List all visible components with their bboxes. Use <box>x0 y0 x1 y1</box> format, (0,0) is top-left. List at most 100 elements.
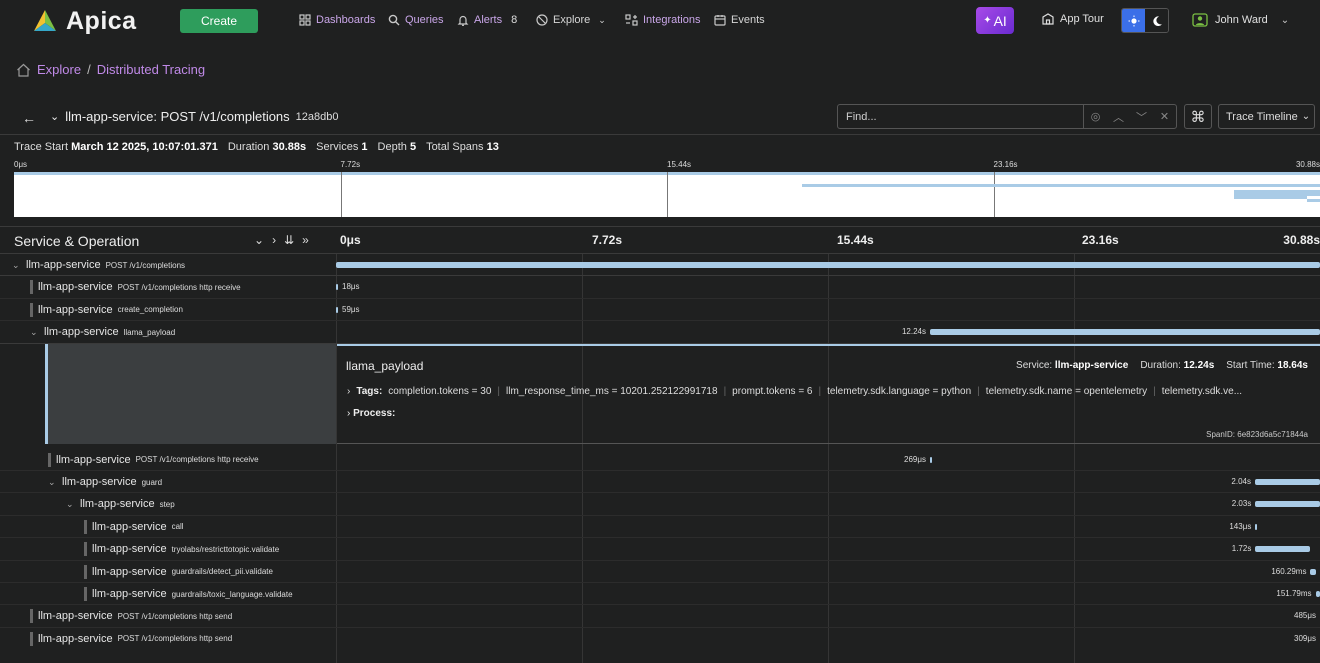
span-label[interactable]: llm-app-service create_completion <box>30 299 183 321</box>
span-label[interactable]: ⌄ llm-app-service POST /v1/completions <box>12 254 185 276</box>
chevron-down-icon[interactable]: ﹀ <box>1130 109 1153 125</box>
chevron-down-icon[interactable]: ⌄ <box>66 499 75 510</box>
span-row[interactable]: llm-app-service guardrails/detect_pii.val… <box>0 561 1320 583</box>
locate-icon[interactable]: ◎ <box>1084 110 1107 123</box>
trace-meta: Trace Start March 12 2025, 10:07:01.371 … <box>14 141 499 153</box>
alerts-count: 8 <box>511 14 518 26</box>
tag-item: telemetry.sdk.ve... <box>1161 385 1243 397</box>
span-row[interactable]: llm-app-service tryolabs/restricttotopic.… <box>0 538 1320 561</box>
span-service-name: llm-app-service <box>38 281 113 294</box>
span-label[interactable]: ⌄ llm-app-service guard <box>48 471 162 493</box>
span-row[interactable]: llm-app-service create_completion 59μs <box>0 299 1320 322</box>
chevron-down-icon: ⌄ <box>1301 111 1311 122</box>
tag-separator: | <box>723 385 727 397</box>
close-icon[interactable]: ✕ <box>1153 110 1176 123</box>
span-tags[interactable]: › Tags: completion.tokens = 30 | llm_respons… <box>347 386 1317 397</box>
explore-icon <box>536 14 548 26</box>
apica-logo-icon <box>34 9 56 31</box>
trace-minimap[interactable]: 0μs 7.72s 15.44s 23.16s 30.88s <box>14 158 1320 217</box>
search-icon <box>388 14 400 26</box>
breadcrumb-distributed-tracing[interactable]: Distributed Tracing <box>97 62 205 77</box>
find-input[interactable] <box>838 105 1084 128</box>
span-bar[interactable] <box>1255 523 1258 530</box>
expand-all-icon[interactable]: ⇊ <box>284 233 294 247</box>
trace-title-text: llm-app-service: POST /v1/completions <box>65 109 290 124</box>
span-bar[interactable] <box>336 284 338 291</box>
span-row[interactable]: llm-app-service guardrails/toxic_language… <box>0 583 1320 606</box>
span-bar[interactable] <box>336 306 338 313</box>
view-select[interactable]: Trace Timeline ⌄ <box>1218 104 1315 129</box>
user-menu[interactable]: John Ward ⌄ <box>1192 13 1289 27</box>
span-bar[interactable] <box>1255 546 1311 553</box>
breadcrumb-explore[interactable]: Explore <box>37 62 81 77</box>
span-row[interactable]: ⌄ llm-app-service POST /v1/completions <box>0 254 1320 277</box>
span-row[interactable]: ⌄ llm-app-service guard 2.04s <box>0 471 1320 494</box>
create-button[interactable]: Create <box>180 9 258 33</box>
span-bar[interactable] <box>1310 568 1316 575</box>
span-service-name: llm-app-service <box>56 453 131 466</box>
home-icon[interactable] <box>16 63 31 77</box>
expand-one-icon[interactable]: › <box>272 233 276 247</box>
collapse-one-icon[interactable]: ⌄ <box>254 233 264 247</box>
span-label[interactable]: llm-app-service POST /v1/completions http… <box>48 449 259 471</box>
tag-item: prompt.tokens = 6 <box>732 385 813 397</box>
chevron-down-icon[interactable]: ⌄ <box>30 327 39 338</box>
span-row[interactable]: llm-app-service POST /v1/completions http… <box>0 628 1320 650</box>
span-label[interactable]: llm-app-service call <box>84 516 184 538</box>
span-row[interactable]: ⌄ llm-app-service llama_payload 12.24s <box>0 321 1320 344</box>
span-label[interactable]: llm-app-service POST /v1/completions http… <box>30 628 232 650</box>
collapse-all-icon[interactable]: » <box>302 233 309 247</box>
span-label[interactable]: llm-app-service guardrails/detect_pii.val… <box>84 561 273 583</box>
moon-icon[interactable] <box>1145 9 1168 32</box>
span-row[interactable]: llm-app-service POST /v1/completions http… <box>0 449 1320 471</box>
nav-events[interactable]: Events <box>714 14 765 26</box>
minimap-tick-label: 23.16s <box>993 160 1018 169</box>
timeline-tick-label: 7.72s <box>592 233 623 247</box>
span-label[interactable]: llm-app-service POST /v1/completions http… <box>30 605 232 627</box>
span-bar[interactable] <box>1254 479 1320 485</box>
span-label[interactable]: llm-app-service guardrails/toxic_language… <box>84 583 293 605</box>
span-row[interactable]: llm-app-service POST /v1/completions http… <box>0 605 1320 628</box>
ai-button[interactable]: ✦ AI <box>976 7 1014 34</box>
timeline-header: Service & Operation ⌄ › ⇊ » 0μs 7.72s 15.4… <box>0 226 1320 254</box>
chevron-down-icon[interactable]: ⌄ <box>12 260 21 271</box>
span-process[interactable]: › Process: <box>347 408 395 419</box>
span-label[interactable]: llm-app-service POST /v1/completions http… <box>30 276 241 298</box>
span-service-name: llm-app-service <box>38 303 113 316</box>
nav-integrations[interactable]: Integrations <box>625 14 700 26</box>
span-detail-content: llama_payload Service: llm-app-service Dur… <box>337 343 1320 444</box>
span-bar[interactable] <box>1255 501 1320 508</box>
span-row[interactable]: ⌄ llm-app-service step 2.03s <box>0 493 1320 516</box>
span-indent-marker <box>30 302 33 317</box>
apica-logo[interactable]: Apica <box>30 7 137 36</box>
chevron-down-icon[interactable]: ⌄ <box>50 110 59 123</box>
chevron-right-icon[interactable]: › <box>347 386 350 397</box>
grid-icon <box>299 14 311 26</box>
chevron-down-icon[interactable]: ⌄ <box>48 477 57 488</box>
keyboard-shortcuts-button[interactable]: ⌘ <box>1184 104 1212 129</box>
trace-depth: Depth 5 <box>377 141 417 153</box>
trace-title[interactable]: ⌄ llm-app-service: POST /v1/completions … <box>50 109 339 124</box>
span-bar[interactable] <box>1315 591 1320 597</box>
theme-toggle[interactable] <box>1121 8 1169 33</box>
span-bar[interactable] <box>929 329 1320 336</box>
minimap-canvas[interactable] <box>14 172 1320 217</box>
app-tour-button[interactable]: App Tour <box>1042 13 1104 25</box>
span-operation-name: POST /v1/completions http receive <box>117 282 241 292</box>
back-arrow-icon[interactable]: ← <box>22 110 36 126</box>
chevron-up-icon[interactable]: ︿ <box>1107 109 1130 125</box>
nav-queries[interactable]: Queries <box>388 14 444 26</box>
nav-alerts[interactable]: Alerts 8 <box>457 14 517 26</box>
span-label[interactable]: llm-app-service tryolabs/restricttotopic.… <box>84 538 279 560</box>
span-row[interactable]: llm-app-service POST /v1/completions http… <box>0 276 1320 299</box>
nav-dashboards[interactable]: Dashboards <box>299 14 375 26</box>
span-label[interactable]: ⌄ llm-app-service llama_payload <box>30 321 175 343</box>
span-label[interactable]: ⌄ llm-app-service step <box>66 493 175 515</box>
nav-explore[interactable]: Explore ⌄ <box>536 14 606 26</box>
sun-icon[interactable] <box>1122 9 1145 32</box>
span-indent-marker <box>48 452 51 467</box>
span-bar[interactable] <box>336 262 1320 268</box>
span-row[interactable]: llm-app-service call 143μs <box>0 516 1320 539</box>
span-duration: 151.79ms <box>1276 589 1312 598</box>
span-bar[interactable] <box>929 456 932 463</box>
